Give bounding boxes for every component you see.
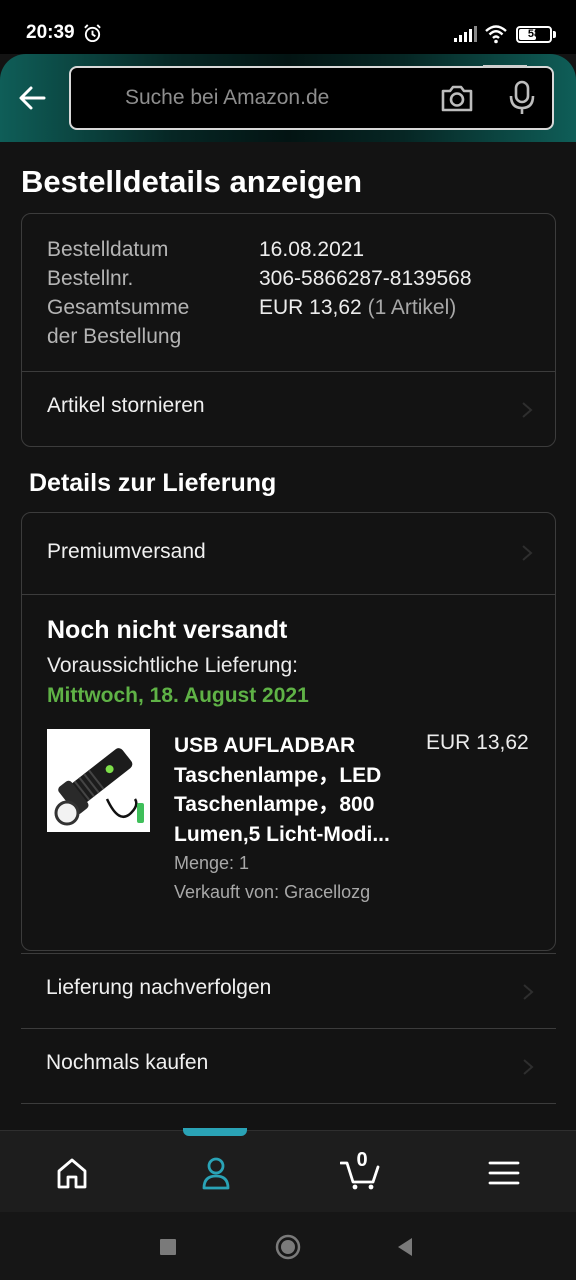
card-divider	[22, 594, 555, 595]
chevron-right-icon	[522, 545, 533, 561]
order-date-label: Bestelldatum	[47, 238, 169, 261]
product-image[interactable]	[47, 729, 150, 832]
search-bar[interactable]	[69, 65, 554, 130]
recent-apps-icon[interactable]	[153, 1232, 183, 1262]
search-input[interactable]	[125, 68, 445, 128]
system-navigation-bar	[0, 1212, 576, 1280]
order-number-value: 306-5866287-8139568	[259, 267, 472, 290]
cart-count-badge: 0	[356, 1149, 368, 1171]
nav-home[interactable]	[0, 1131, 144, 1213]
buy-again-row[interactable]: Nochmals kaufen	[21, 1029, 556, 1104]
list-divider	[21, 1103, 556, 1104]
wifi-icon	[485, 25, 507, 44]
nav-cart[interactable]: 0	[288, 1131, 432, 1213]
delivery-card: Premiumversand Noch nicht versandt Vorau…	[21, 512, 556, 951]
shipment-status: Noch nicht versandt	[47, 616, 288, 644]
product-quantity: Menge: 1	[174, 853, 250, 873]
order-total-label-line1: Gesamtsumme	[47, 296, 190, 319]
microphone-icon[interactable]	[507, 80, 537, 116]
alarm-icon	[84, 24, 101, 43]
home-button-icon[interactable]	[273, 1232, 303, 1262]
status-bar: 20:39 58	[0, 0, 576, 54]
product-price: EUR 13,62	[426, 731, 529, 754]
track-delivery-row[interactable]: Lieferung nachverfolgen	[21, 954, 556, 1029]
delivery-section-title: Details zur Lieferung	[29, 469, 277, 497]
search-bar-accent	[483, 65, 527, 68]
page-title: Bestelldetails anzeigen	[21, 164, 363, 199]
order-total-amount: EUR 13,62	[259, 296, 362, 319]
order-details-content: Bestelldetails anzeigen Bestelldatum 16.…	[0, 142, 576, 1130]
nav-menu[interactable]	[432, 1131, 576, 1213]
order-total-label-line2: der Bestellung	[47, 325, 182, 348]
back-button-icon[interactable]	[391, 1232, 421, 1262]
order-summary-card: Bestelldatum 16.08.2021 Bestellnr. 306-5…	[21, 213, 556, 447]
product-seller: Verkauft von: Gracellozg	[174, 882, 371, 902]
product-title-link[interactable]: USB AUFLADBAR Taschenlampe，LED Taschenla…	[174, 731, 414, 849]
flashlight-product-image	[47, 729, 150, 832]
order-total-items: (1 Artikel)	[367, 296, 457, 319]
battery-level: 58	[527, 28, 541, 40]
signal-icon	[454, 26, 477, 42]
delivery-eta-label: Voraussichtliche Lieferung:	[47, 654, 298, 677]
track-delivery-label: Lieferung nachverfolgen	[46, 976, 272, 999]
battery-nub	[553, 31, 556, 38]
bottom-navigation: 0	[0, 1128, 576, 1213]
buy-again-label: Nochmals kaufen	[46, 1051, 209, 1074]
back-arrow-icon[interactable]	[14, 80, 50, 116]
status-time: 20:39	[26, 22, 75, 43]
menu-icon	[488, 1161, 520, 1185]
chevron-right-icon	[522, 402, 533, 418]
order-number-label: Bestellnr.	[47, 267, 134, 290]
order-date-value: 16.08.2021	[259, 238, 365, 261]
home-icon	[57, 1158, 87, 1189]
order-total-value: EUR 13,62 (1 Artikel)	[259, 293, 456, 322]
account-icon	[202, 1157, 230, 1190]
nav-account[interactable]	[144, 1131, 288, 1213]
shipping-method-label: Premiumversand	[47, 540, 206, 563]
shipping-method-row[interactable]: Premiumversand	[22, 513, 555, 594]
battery-indicator: 58	[516, 26, 552, 43]
chevron-right-icon	[523, 984, 534, 1000]
delivery-eta-date: Mittwoch, 18. August 2021	[47, 684, 309, 707]
cancel-items-label: Artikel stornieren	[47, 394, 205, 417]
camera-icon[interactable]	[440, 82, 474, 114]
cancel-items-row[interactable]: Artikel stornieren	[22, 372, 555, 447]
app-header	[0, 54, 576, 142]
chevron-right-icon	[523, 1059, 534, 1075]
